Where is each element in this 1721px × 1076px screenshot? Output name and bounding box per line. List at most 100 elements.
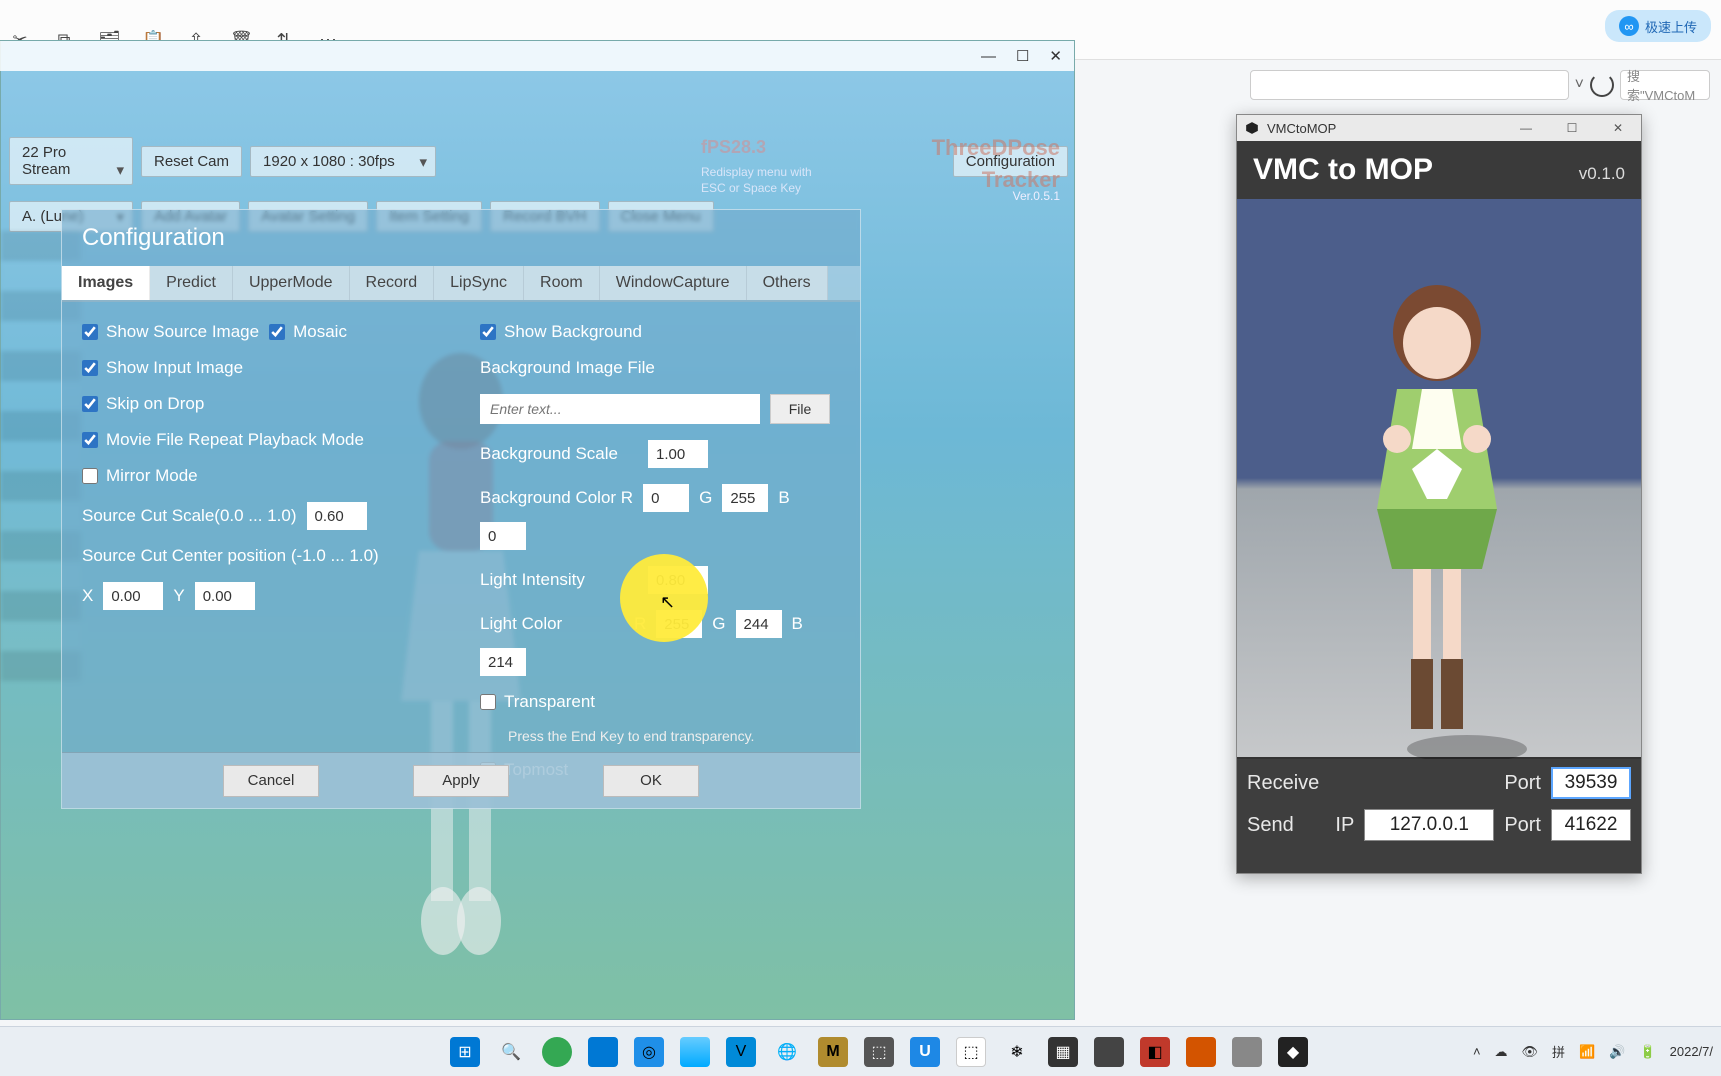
tab-images[interactable]: Images	[62, 266, 150, 300]
movie-repeat-checkbox[interactable]: Movie File Repeat Playback Mode	[82, 430, 442, 450]
light-b-input[interactable]	[480, 648, 526, 676]
chevron-down-icon[interactable]: ˅	[1575, 76, 1584, 94]
unity-taskbar-icon[interactable]: ◆	[1278, 1037, 1308, 1067]
maximize-icon[interactable]: ☐	[1016, 47, 1029, 65]
tray-lang-icon[interactable]: 拼	[1552, 1042, 1565, 1061]
mosaic-checkbox[interactable]: Mosaic	[269, 322, 347, 342]
configuration-title: Configuration	[62, 210, 860, 266]
bg-g-input[interactable]	[722, 484, 768, 512]
search-input[interactable]: 搜索"VMCtoM	[1620, 70, 1710, 100]
transparent-note: Press the End Key to end transparency.	[508, 728, 840, 744]
vmc-window: VMCtoMOP — ☐ ✕ VMC to MOP v0.1.0	[1236, 114, 1642, 874]
app-icon-3[interactable]: ◎	[634, 1037, 664, 1067]
upload-button[interactable]: ∞ 极速上传	[1605, 10, 1711, 42]
bg-r-input[interactable]	[643, 484, 689, 512]
reset-cam-button[interactable]: Reset Cam	[141, 146, 242, 177]
vmc-header: VMC to MOP v0.1.0	[1237, 141, 1641, 199]
cfg-right-column: Show Background Background Image File Fi…	[480, 322, 840, 780]
send-label: Send	[1247, 814, 1294, 837]
fps-text: fPS28.3	[701, 137, 766, 158]
tray-chevron-icon[interactable]: ˄	[1473, 1044, 1481, 1059]
show-background-checkbox[interactable]: Show Background	[480, 322, 840, 342]
app-icon-15[interactable]	[1232, 1037, 1262, 1067]
cut-center-y-input[interactable]	[195, 582, 255, 610]
upload-label: 极速上传	[1645, 17, 1697, 36]
tab-record[interactable]: Record	[350, 266, 435, 300]
vmc-minimize-icon[interactable]: —	[1503, 115, 1549, 141]
tab-room[interactable]: Room	[524, 266, 600, 300]
tray-volume-icon[interactable]: 🔊	[1609, 1044, 1625, 1060]
src-cut-scale-input[interactable]	[307, 502, 367, 530]
vmc-titlebar[interactable]: VMCtoMOP — ☐ ✕	[1237, 115, 1641, 141]
tab-predict[interactable]: Predict	[150, 266, 233, 300]
bg-file-input[interactable]	[480, 394, 760, 424]
tray-cloud-icon[interactable]: ☁	[1495, 1044, 1508, 1060]
skip-drop-checkbox[interactable]: Skip on Drop	[82, 394, 442, 414]
minimize-icon[interactable]: —	[981, 48, 996, 65]
light-g-input[interactable]	[736, 610, 782, 638]
apply-button[interactable]: Apply	[413, 765, 509, 797]
app-icon-2[interactable]	[588, 1037, 618, 1067]
vmc-window-title: VMCtoMOP	[1267, 121, 1336, 136]
tab-uppermode[interactable]: UpperMode	[233, 266, 350, 300]
tab-others[interactable]: Others	[747, 266, 828, 300]
app-icon-13[interactable]: ◧	[1140, 1037, 1170, 1067]
src-cut-scale-label: Source Cut Scale(0.0 ... 1.0)	[82, 506, 297, 526]
send-port-input[interactable]	[1551, 809, 1631, 841]
close-icon[interactable]: ✕	[1049, 47, 1062, 65]
address-box[interactable]	[1250, 70, 1569, 100]
receive-port-label: Port	[1504, 772, 1541, 795]
app-icon-1[interactable]	[542, 1037, 572, 1067]
tray-date[interactable]: 2022/7/	[1670, 1044, 1713, 1059]
chrome-icon[interactable]: 🌐	[772, 1037, 802, 1067]
show-input-checkbox[interactable]: Show Input Image	[82, 358, 442, 378]
bg-scale-input[interactable]	[648, 440, 708, 468]
browser-right: ∞ 极速上传	[1605, 10, 1711, 42]
send-port-label: Port	[1504, 814, 1541, 837]
movie-repeat-label: Movie File Repeat Playback Mode	[106, 430, 364, 450]
resolution-select[interactable]: 1920 x 1080 : 30fps	[250, 146, 436, 177]
refresh-icon[interactable]	[1590, 73, 1614, 97]
show-source-label: Show Source Image	[106, 322, 259, 342]
app-icon-11[interactable]: ▦	[1048, 1037, 1078, 1067]
app-icon-9[interactable]: ⬚	[956, 1037, 986, 1067]
camera-select[interactable]: 22 Pro Stream	[9, 137, 133, 185]
skip-drop-label: Skip on Drop	[106, 394, 204, 414]
b-label-1: B	[778, 488, 789, 508]
cloud-icon: ∞	[1619, 16, 1639, 36]
light-int-label: Light Intensity	[480, 570, 638, 590]
app-icon-u[interactable]: U	[910, 1037, 940, 1067]
tab-lipsync[interactable]: LipSync	[434, 266, 524, 300]
vmc-maximize-icon[interactable]: ☐	[1549, 115, 1595, 141]
show-source-checkbox[interactable]: Show Source Image	[82, 322, 259, 342]
receive-label: Receive	[1247, 772, 1319, 795]
tray-wifi-icon[interactable]: 📶	[1579, 1044, 1595, 1060]
cut-center-x-input[interactable]	[103, 582, 163, 610]
search-icon[interactable]: 🔍	[496, 1037, 526, 1067]
vmc-close-icon[interactable]: ✕	[1595, 115, 1641, 141]
app-icon-10[interactable]: ❄	[1002, 1037, 1032, 1067]
tray-eye-icon[interactable]: 👁	[1522, 1044, 1539, 1060]
ip-input[interactable]	[1364, 809, 1494, 841]
cancel-button[interactable]: Cancel	[223, 765, 319, 797]
app-icon-4[interactable]	[680, 1037, 710, 1067]
app-icon-m[interactable]: M	[818, 1037, 848, 1067]
transparent-checkbox[interactable]: Transparent	[480, 692, 840, 712]
receive-port-input[interactable]	[1551, 767, 1631, 799]
mirror-checkbox[interactable]: Mirror Mode	[82, 466, 442, 486]
tray-battery-icon[interactable]: 🔋	[1639, 1044, 1655, 1060]
start-icon[interactable]: ⊞	[450, 1037, 480, 1067]
tdp-titlebar[interactable]: — ☐ ✕	[0, 41, 1074, 71]
taskbar-center: ⊞ 🔍 ◎ V 🌐 M ⬚ U ⬚ ❄ ▦ ◧ ◆	[450, 1037, 1308, 1067]
file-button[interactable]: File	[770, 394, 830, 424]
tab-windowcapture[interactable]: WindowCapture	[600, 266, 747, 300]
ok-button[interactable]: OK	[603, 765, 699, 797]
app-icon-7[interactable]: ⬚	[864, 1037, 894, 1067]
taskbar[interactable]: ⊞ 🔍 ◎ V 🌐 M ⬚ U ⬚ ❄ ▦ ◧ ◆ ˄ ☁ 👁 拼 📶	[0, 1026, 1721, 1076]
app-icon-14[interactable]	[1186, 1037, 1216, 1067]
app-icon-12[interactable]	[1094, 1037, 1124, 1067]
vmc-viewport[interactable]	[1237, 199, 1641, 759]
bg-b-input[interactable]	[480, 522, 526, 550]
app-icon-5[interactable]: V	[726, 1037, 756, 1067]
configuration-buttc//buttons: Cancel Apply OK	[62, 752, 860, 808]
